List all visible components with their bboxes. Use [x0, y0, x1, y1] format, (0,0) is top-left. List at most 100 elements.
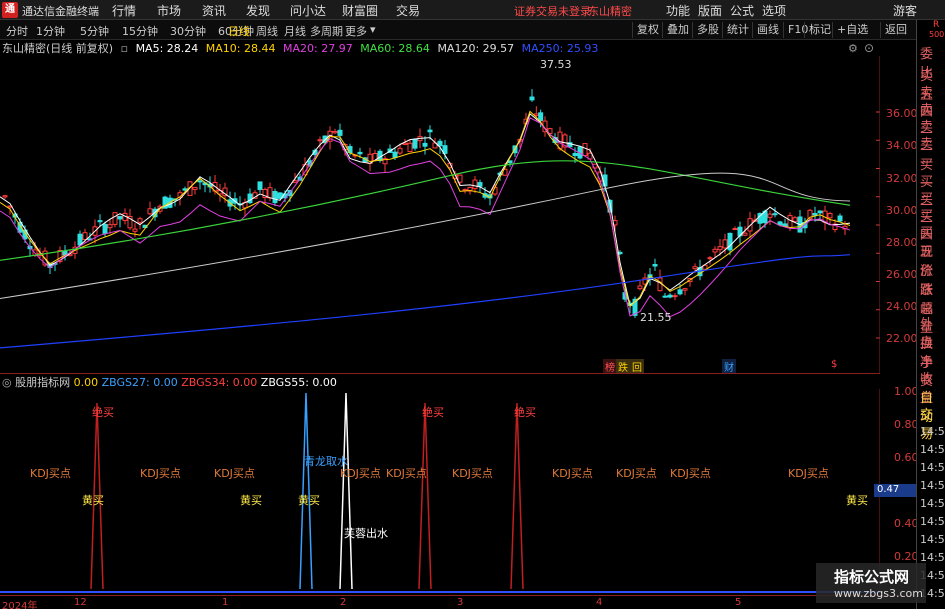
candle-body [652, 264, 658, 267]
stats-button[interactable]: 统计 [722, 22, 749, 38]
candle-body [427, 129, 433, 133]
zbgs27-value: ZBGS27: 0.00 [101, 376, 178, 389]
candle-body [538, 112, 544, 122]
ma60-value: MA60: 28.64 [360, 42, 430, 55]
price-tick: 30.00 [886, 204, 918, 217]
tab-30min[interactable]: 30分钟 [170, 23, 206, 39]
legend-expand-icon[interactable]: ▫ [121, 42, 128, 55]
candle-body [812, 213, 818, 216]
candle-body [332, 130, 338, 134]
menu-gongshi[interactable]: 公式 [730, 2, 754, 19]
settings-gear-icon[interactable]: ⚙ [848, 42, 858, 55]
signal-kdj: KDJ买点 [214, 467, 255, 480]
ma20-value: MA20: 27.97 [283, 42, 353, 55]
price-tick: 36.00 [886, 107, 918, 120]
candle-body [412, 138, 418, 149]
sub-indicator-header: ◎ 股朋指标网 0.00 ZBGS27: 0.00 ZBGS34: 0.00 Z… [0, 373, 880, 389]
candle-body [82, 232, 88, 240]
menu-banmian[interactable]: 版面 [698, 2, 722, 19]
sub-indicator-name: 股朋指标网 [15, 376, 71, 389]
candle-body [392, 151, 398, 158]
candle-body [787, 215, 793, 229]
menu-wenxiaoda[interactable]: 问小达 [290, 2, 326, 19]
candle-body [2, 195, 8, 198]
candle-body [782, 223, 788, 227]
tab-fenshi[interactable]: 分时 [6, 23, 28, 39]
menu-gongneng[interactable]: 功能 [666, 2, 690, 19]
signal-juemai: 绝买 [92, 406, 114, 419]
signal-kdj: KDJ买点 [30, 467, 71, 480]
candle-body [837, 215, 843, 222]
menu-bar: 通 通达信金融终端 行情 市场 资讯 发现 问小达 财富圈 交易 证券交易未登录… [0, 0, 945, 20]
tab-more[interactable]: 更多 [345, 23, 367, 39]
candle-body [772, 213, 778, 216]
candle-body [407, 142, 413, 153]
candle-body [437, 140, 443, 147]
candle-body [132, 228, 138, 232]
ma250-line [0, 254, 851, 349]
menu-hangqing[interactable]: 行情 [112, 2, 136, 19]
ma-legend: 东山精密(日线 前复权) ▫ MA5: 28.24 MA10: 28.44 MA… [0, 40, 880, 56]
signal-juemai: 绝买 [422, 406, 444, 419]
tab-weekly[interactable]: 周线 [256, 23, 278, 39]
signal-kdj: KDJ买点 [670, 467, 711, 480]
chevron-down-icon[interactable]: ▾ [370, 23, 376, 36]
tab-daily[interactable]: 日线 [228, 23, 250, 39]
signal-huangmai: 黄买 [298, 494, 320, 507]
signal-huangmai: 黄买 [846, 494, 868, 507]
menu-jiaoyi[interactable]: 交易 [396, 2, 420, 19]
event-tag-cai[interactable]: 财 [722, 359, 736, 374]
tab-1min[interactable]: 1分钟 [36, 23, 65, 39]
candle-body [472, 179, 478, 190]
sub-tick: 1.00 [894, 385, 919, 398]
candle-body [192, 186, 198, 190]
menu-shichang[interactable]: 市场 [157, 2, 181, 19]
signal-furong: 芙蓉出水 [344, 527, 388, 540]
tab-15min[interactable]: 15分钟 [122, 23, 158, 39]
draw-line-button[interactable]: 画线 [752, 22, 779, 38]
add-watchlist-button[interactable]: +自选 [832, 22, 868, 38]
kline-chart[interactable] [0, 56, 880, 373]
signal-kdj: KDJ买点 [788, 467, 829, 480]
tab-multi-period[interactable]: 多周期 [310, 23, 343, 39]
event-tag-hui[interactable]: 回 [630, 359, 644, 374]
price-tick: 32.00 [886, 172, 918, 185]
trade-time: 14:5 [920, 425, 945, 438]
tab-monthly[interactable]: 月线 [284, 23, 306, 39]
side-num-label: 500 [929, 30, 945, 39]
date-month: 1 [222, 597, 229, 608]
sub-value-0: 0.00 [73, 376, 99, 389]
candle-body [582, 143, 588, 157]
event-tag-bang[interactable]: 榜 [603, 359, 617, 374]
trade-time: 14:5 [920, 443, 945, 456]
candle-body [137, 218, 143, 223]
menu-caifuquan[interactable]: 财富圈 [342, 2, 378, 19]
menu-faxian[interactable]: 发现 [246, 2, 270, 19]
candle-body [637, 285, 643, 290]
zoom-icon[interactable]: ⊙ [864, 41, 874, 55]
back-button[interactable]: 返回 [880, 22, 907, 38]
signal-juemai: 绝买 [514, 406, 536, 419]
ma10-value: MA10: 28.44 [205, 42, 276, 55]
date-axis: 2024年 12 1 2 3 4 5 [0, 595, 916, 609]
event-tag-dollar[interactable]: $ [829, 359, 839, 370]
mark-button[interactable]: 标记 [804, 22, 831, 38]
candle-body [677, 289, 683, 295]
price-tick: 26.00 [886, 268, 918, 281]
user-label[interactable]: 游客 [893, 2, 917, 19]
candle-body [712, 248, 718, 253]
date-month: 3 [457, 597, 464, 608]
tab-5min[interactable]: 5分钟 [80, 23, 109, 39]
login-notice[interactable]: 证券交易未登录 [514, 3, 591, 19]
signal-kdj: KDJ买点 [452, 467, 493, 480]
menu-zixun[interactable]: 资讯 [202, 2, 226, 19]
event-tag-die[interactable]: 跌 [616, 359, 630, 374]
quote-side-panel: R 500 委比 卖五 卖四 卖三 卖二 卖一 买一 买二 买三 买四 买五 现… [916, 20, 945, 609]
overlay-button[interactable]: 叠加 [662, 22, 689, 38]
menu-xuanxiang[interactable]: 选项 [762, 2, 786, 19]
multi-stock-button[interactable]: 多股 [692, 22, 719, 38]
current-stock-name: 东山精密 [588, 5, 632, 18]
fuquan-button[interactable]: 复权 [632, 22, 659, 38]
sub-expand-icon[interactable]: ◎ [2, 376, 12, 389]
candle-body [317, 139, 323, 142]
